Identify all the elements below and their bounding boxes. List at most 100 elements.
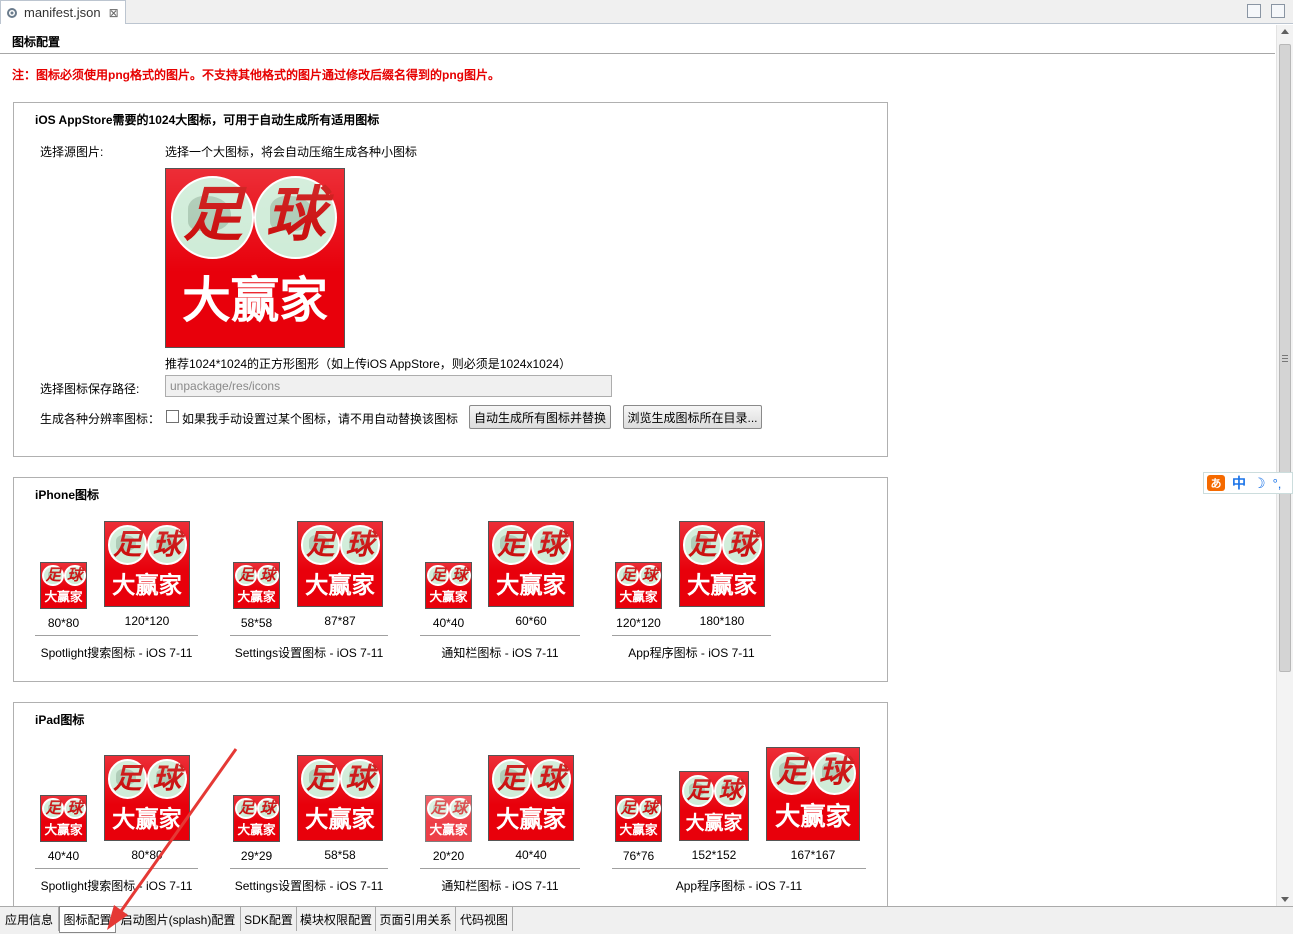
icon-art-text: 大赢家 (619, 589, 658, 605)
icon-art-text: 大赢家 (619, 822, 658, 838)
iphone-icon[interactable]: 足球大赢家 (679, 521, 765, 607)
png-notice: 注：图标必须使用png格式的图片。不支持其他格式的图片通过修改后缀名得到的png… (12, 68, 500, 82)
icon-shine (616, 796, 661, 823)
tab-sdk-config[interactable]: SDK配置 (241, 907, 297, 931)
icon-shine (41, 563, 86, 590)
close-icon[interactable]: ⊠ (109, 6, 119, 20)
grip-icon (1282, 355, 1288, 362)
section-title: 图标配置 (0, 25, 1275, 54)
iphone-icon[interactable]: 足球大赢家 (615, 562, 662, 609)
icon-shine (166, 169, 344, 273)
iphone-icon[interactable]: 足球大赢家 (40, 562, 87, 609)
icon-set-caption: Settings设置图标 - iOS 7-11 (234, 879, 384, 893)
browse-icons-button[interactable]: 浏览生成图标所在目录... (623, 405, 762, 429)
source-app-icon[interactable]: 足球大赢家 (165, 168, 345, 348)
icon-art-text: 大赢家 (112, 571, 182, 599)
iphone-icon[interactable]: 足球大赢家 (425, 562, 472, 609)
no-replace-checkbox[interactable] (166, 410, 179, 423)
icon-size-label: 40*40 (515, 848, 547, 862)
tab-page-references[interactable]: 页面引用关系 (376, 907, 456, 931)
icon-shine (105, 522, 189, 571)
separator (35, 868, 198, 869)
icon-shine (426, 563, 471, 590)
tab-app-info[interactable]: 应用信息 (0, 907, 59, 931)
icon-set-caption: 通知栏图标 - iOS 7-11 (441, 879, 559, 893)
ipad-icon[interactable]: 足球大赢家 (488, 755, 574, 841)
ipad-icon[interactable]: 足球大赢家 (104, 755, 190, 841)
icon-art-text: 大赢家 (305, 571, 375, 599)
source-image-label: 选择源图片: (40, 145, 104, 159)
editor-tab-label: manifest.json (24, 5, 101, 20)
icon-set-caption: Spotlight搜索图标 - iOS 7-11 (40, 646, 193, 660)
icon-size-label: 87*87 (324, 614, 356, 628)
icon-shine (680, 772, 748, 812)
ime-mode-chinese[interactable]: 中 (1232, 473, 1246, 493)
ipad-icon[interactable]: 足球大赢家 (425, 795, 472, 842)
separator (612, 868, 866, 869)
iphone-icon[interactable]: 足球大赢家 (233, 562, 280, 609)
icon-size-label: 60*60 (515, 614, 547, 628)
ipad-icon[interactable]: 足球大赢家 (615, 795, 662, 842)
icon-size-label: 152*152 (691, 848, 737, 862)
minimize-button[interactable] (1247, 4, 1261, 18)
icon-size-label: 40*40 (47, 849, 80, 863)
moon-icon[interactable]: ☽ (1253, 475, 1266, 492)
group-title: iPhone图标 (35, 488, 100, 502)
icon-shine (234, 563, 279, 590)
punctuation-icon[interactable]: °, (1273, 476, 1282, 491)
no-replace-label: 如果我手动设置过某个图标，请不用自动替换该图标 (182, 412, 459, 426)
ime-logo-icon: あ (1207, 475, 1225, 491)
separator (230, 868, 388, 869)
save-path-label: 选择图标保存路径: (40, 382, 140, 396)
scroll-up-icon[interactable] (1281, 29, 1289, 34)
iphone-icon[interactable]: 足球大赢家 (297, 521, 383, 607)
editor-tab-manifest[interactable]: manifest.json ⊠ (0, 0, 126, 24)
maximize-button[interactable] (1271, 4, 1285, 18)
icon-art-text: 大赢家 (305, 805, 375, 833)
source-image-hint: 选择一个大图标，将会自动压缩生成各种小图标 (165, 145, 418, 159)
ipad-icon[interactable]: 足球大赢家 (766, 747, 860, 841)
tab-splash-config[interactable]: 启动图片(splash)配置 (116, 907, 241, 931)
icon-size-label: 80*80 (47, 616, 80, 630)
save-path-input[interactable] (165, 375, 612, 397)
icon-set-caption: Settings设置图标 - iOS 7-11 (234, 646, 384, 660)
icon-art-text: 大赢家 (774, 801, 852, 832)
icon-art-text: 大赢家 (182, 273, 328, 329)
ipad-icon[interactable]: 足球大赢家 (40, 795, 87, 842)
page-tabs: 应用信息 图标配置 启动图片(splash)配置 SDK配置 模块权限配置 页面… (0, 906, 1293, 934)
icon-size-label: 20*20 (432, 849, 465, 863)
icon-set-caption: App程序图标 - iOS 7-11 (675, 879, 803, 893)
ipad-icon[interactable]: 足球大赢家 (297, 755, 383, 841)
icon-shine (767, 748, 859, 802)
icon-art-text: 大赢家 (429, 589, 468, 605)
ime-toolbar[interactable]: あ 中 ☽ °, (1203, 472, 1293, 494)
ipad-icon[interactable]: 足球大赢家 (233, 795, 280, 842)
vertical-scrollbar[interactable] (1276, 25, 1293, 906)
tab-icon-config[interactable]: 图标配置 (59, 906, 116, 933)
gear-file-icon (5, 6, 19, 20)
icon-set-caption: 通知栏图标 - iOS 7-11 (441, 646, 559, 660)
icon-shine (680, 522, 764, 571)
icon-shine (616, 563, 661, 590)
scroll-down-icon[interactable] (1281, 897, 1289, 902)
icon-set-caption: Spotlight搜索图标 - iOS 7-11 (40, 879, 193, 893)
icon-shine (105, 756, 189, 805)
ipad-icon[interactable]: 足球大赢家 (679, 771, 749, 841)
icon-size-label: 120*120 (616, 616, 661, 630)
tab-module-permissions[interactable]: 模块权限配置 (297, 907, 376, 931)
icon-shine (489, 522, 573, 571)
icon-shine (234, 796, 279, 823)
iphone-icon[interactable]: 足球大赢家 (104, 521, 190, 607)
scroll-thumb[interactable] (1279, 44, 1291, 672)
icon-size-label: 29*29 (240, 849, 273, 863)
tab-code-view[interactable]: 代码视图 (456, 907, 513, 931)
auto-generate-button[interactable]: 自动生成所有图标并替换 (469, 405, 611, 429)
icon-size-label: 120*120 (124, 614, 170, 628)
separator (612, 635, 771, 636)
icon-art-text: 大赢家 (112, 805, 182, 833)
icon-set-caption: App程序图标 - iOS 7-11 (628, 646, 755, 660)
icon-shine (41, 796, 86, 823)
group-title: iPad图标 (35, 713, 85, 727)
iphone-icon[interactable]: 足球大赢家 (488, 521, 574, 607)
resolution-label: 生成各种分辨率图标： (40, 412, 161, 426)
